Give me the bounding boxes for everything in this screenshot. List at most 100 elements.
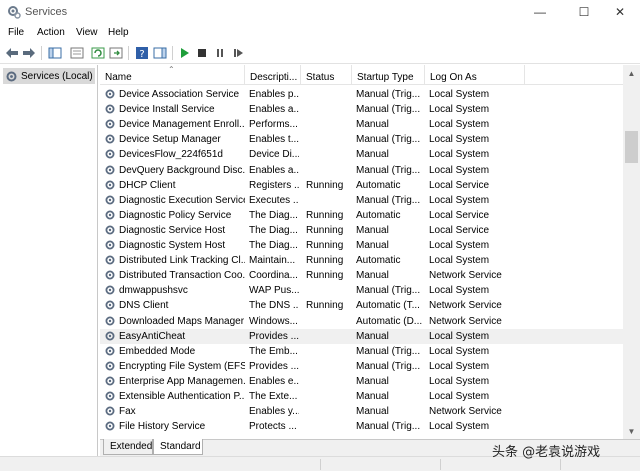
service-startup-type: Manual (Trig...: [356, 421, 421, 433]
console-tree: Services (Local): [0, 65, 98, 456]
table-row[interactable]: Diagnostic Execution Service Executes ...…: [100, 193, 624, 208]
service-description: Enables a...: [249, 164, 299, 176]
list-view-icon: [70, 47, 84, 59]
service-status: [306, 375, 354, 389]
service-name: Downloaded Maps Manager: [119, 315, 245, 327]
help-button[interactable]: ?: [134, 45, 150, 61]
scroll-thumb[interactable]: [625, 131, 638, 163]
vertical-scrollbar[interactable]: ▲ ▼: [623, 65, 640, 439]
service-status: Running: [306, 270, 344, 282]
table-row[interactable]: Encrypting File System (EFS) Provides ...…: [100, 359, 624, 374]
service-name: Diagnostic System Host: [119, 240, 226, 251]
stop-service-button[interactable]: [194, 45, 210, 61]
forward-arrow-icon: [23, 48, 35, 58]
column-header-startup-type[interactable]: Startup Type: [352, 65, 425, 85]
menu-bar: File Action View Help: [0, 24, 640, 42]
service-name: Distributed Transaction Coo...: [119, 270, 245, 282]
scroll-up-button[interactable]: ▲: [623, 65, 640, 81]
service-name: DevicesFlow_224f651d: [119, 149, 223, 161]
service-status: [306, 88, 354, 102]
table-row[interactable]: DevicesFlow_224f651d Device Di... Manual Lo…: [100, 147, 624, 162]
restart-service-button[interactable]: [230, 45, 246, 61]
menu-view[interactable]: View: [76, 27, 98, 38]
service-name: Diagnostic Policy Service: [119, 209, 232, 221]
table-row[interactable]: Diagnostic System Host The Diag... Running…: [100, 238, 624, 253]
table-row[interactable]: File History Service Protects ... Manual (…: [100, 419, 624, 434]
service-log-on-as: Network Service: [429, 406, 502, 418]
table-row[interactable]: DNS Client The DNS ... Running Automatic (T…: [100, 298, 624, 313]
column-header-label: Name: [105, 72, 132, 83]
service-startup-type: Manual (Trig...: [356, 345, 421, 357]
export-list-button[interactable]: [108, 45, 124, 61]
table-row[interactable]: EasyAntiCheat Provides ... Manual Local Sys…: [100, 328, 624, 344]
table-row[interactable]: Distributed Transaction Coo... Coordina..…: [100, 268, 624, 283]
table-row[interactable]: Fax Enables y... Manual Network Service: [100, 404, 624, 419]
show-hide-console-tree-button[interactable]: [47, 45, 63, 61]
tree-item-services-local[interactable]: Services (Local): [3, 68, 95, 84]
table-row[interactable]: Device Install Service Enables a... Manual…: [100, 102, 624, 117]
table-row[interactable]: Embedded Mode The Emb... Manual (Trig... Lo…: [100, 344, 624, 359]
service-startup-type: Automatic: [356, 255, 401, 267]
service-startup-type: Manual (Trig...: [356, 194, 421, 206]
tree-item-label: Services (Local): [21, 70, 93, 82]
service-name: Encrypting File System (EFS): [119, 360, 245, 372]
service-name: Extensible Authentication P...: [119, 391, 245, 402]
service-startup-type: Manual (Trig...: [356, 104, 421, 116]
scroll-down-button[interactable]: ▼: [623, 423, 640, 439]
service-startup-type: Manual: [356, 406, 389, 418]
service-gear-icon: [105, 195, 115, 205]
table-row[interactable]: Device Setup Manager Enables t... Manual (…: [100, 132, 624, 147]
forward-button[interactable]: [21, 45, 37, 61]
table-row[interactable]: dmwappushsvc WAP Pus... Manual (Trig... Loc…: [100, 283, 624, 298]
service-gear-icon: [105, 225, 115, 235]
service-gear-icon: [105, 406, 115, 416]
service-status: [306, 194, 354, 208]
table-row[interactable]: Enterprise App Managemen... Enables e... M…: [100, 374, 624, 389]
service-gear-icon: [105, 240, 115, 250]
service-description: The Exte...: [249, 391, 298, 402]
service-startup-type: Automatic (T...: [356, 300, 420, 312]
minimize-button[interactable]: —: [518, 0, 562, 24]
action-pane-button[interactable]: [152, 45, 168, 61]
column-header-description[interactable]: Descripti...: [245, 65, 301, 85]
service-log-on-as: Local System: [429, 104, 490, 116]
table-row[interactable]: Diagnostic Service Host The Diag... Runnin…: [100, 223, 624, 238]
restart-icon: [234, 49, 243, 57]
service-name: DevQuery Background Disc...: [119, 164, 245, 176]
start-service-button[interactable]: [176, 45, 192, 61]
table-row[interactable]: DevQuery Background Disc... Enables a... M…: [100, 163, 624, 178]
column-header-log-on-as[interactable]: Log On As: [425, 65, 525, 85]
service-description: Enables a...: [249, 104, 299, 116]
menu-help[interactable]: Help: [108, 27, 129, 38]
properties-view-button[interactable]: [69, 45, 85, 61]
service-name: Embedded Mode: [119, 345, 196, 357]
tab-extended[interactable]: Extended: [103, 439, 153, 455]
service-startup-type: Manual: [356, 391, 389, 402]
column-header-label: Descripti...: [250, 72, 298, 83]
tab-standard[interactable]: Standard: [153, 439, 203, 455]
table-row[interactable]: Diagnostic Policy Service The Diag... Runn…: [100, 208, 624, 223]
service-gear-icon: [105, 270, 115, 280]
table-row[interactable]: Extensible Authentication P... The Exte..…: [100, 389, 624, 404]
table-row[interactable]: DHCP Client Registers ... Running Automatic…: [100, 178, 624, 193]
watermark-text: 头条 @老袁说游戏: [492, 445, 601, 460]
service-startup-type: Automatic: [356, 179, 401, 191]
back-button[interactable]: [4, 45, 20, 61]
menu-file[interactable]: File: [8, 27, 24, 38]
service-startup-type: Manual (Trig...: [356, 134, 421, 146]
table-row[interactable]: Device Management Enroll... Performs... Ma…: [100, 117, 624, 132]
service-description: Registers ...: [249, 179, 299, 191]
table-row[interactable]: Downloaded Maps Manager Windows... Automat…: [100, 314, 624, 329]
refresh-button[interactable]: [90, 45, 106, 61]
service-status: Running: [306, 255, 344, 267]
close-button[interactable]: ✕: [600, 0, 640, 24]
list-header: Name ⌃ Descripti... Status Startup Type …: [100, 65, 624, 85]
service-gear-icon: [105, 331, 115, 341]
table-row[interactable]: Device Association Service Enables p... Ma…: [100, 87, 624, 102]
menu-action[interactable]: Action: [37, 27, 65, 38]
service-log-on-as: Local System: [429, 240, 490, 251]
table-row[interactable]: Distributed Link Tracking Cl... Maintain.…: [100, 253, 624, 268]
pause-service-button[interactable]: [212, 45, 228, 61]
column-header-status[interactable]: Status: [301, 65, 352, 85]
service-log-on-as: Network Service: [429, 270, 502, 282]
